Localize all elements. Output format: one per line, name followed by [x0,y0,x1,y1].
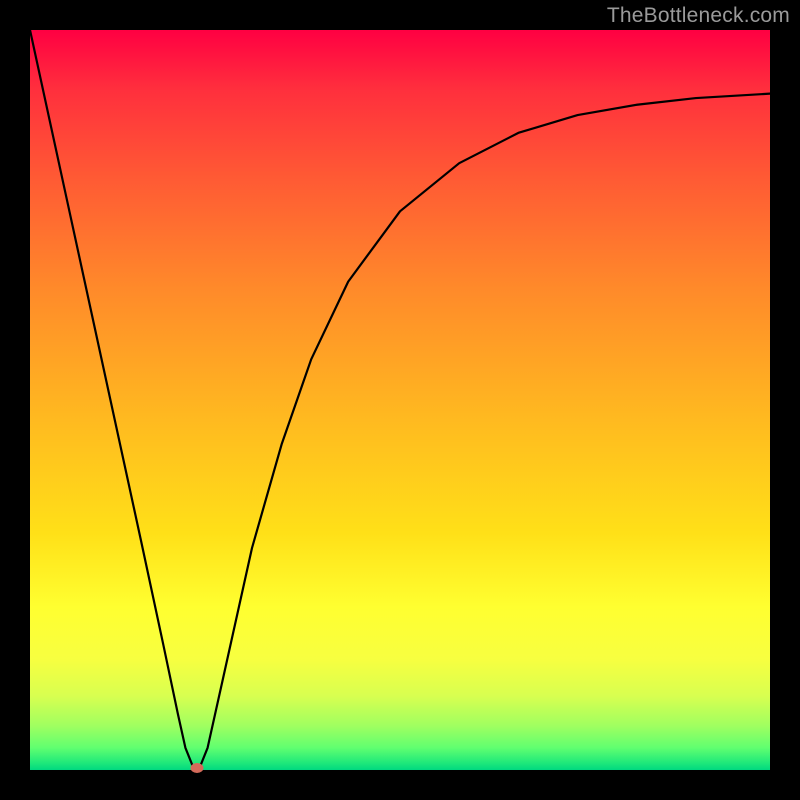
plot-area [30,30,770,770]
optimal-point-marker [190,763,203,773]
watermark-text: TheBottleneck.com [607,4,790,28]
bottleneck-curve [30,30,770,770]
chart-frame: TheBottleneck.com [0,0,800,800]
curve-path [30,30,770,766]
